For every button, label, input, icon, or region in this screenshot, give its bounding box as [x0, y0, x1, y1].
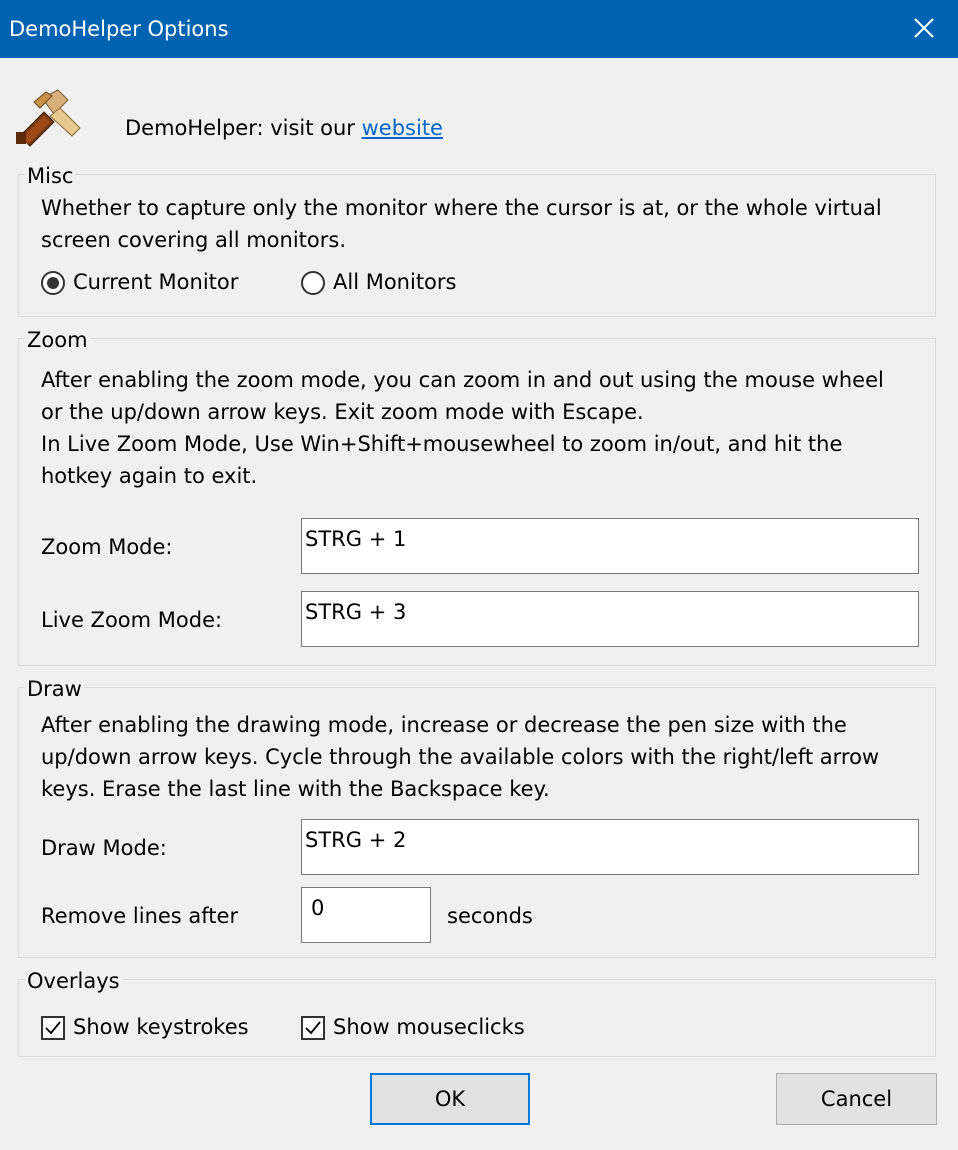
remove-lines-seconds-input[interactable]: 0: [301, 887, 431, 943]
zoom-description-line2: or the up/down arrow keys. Exit zoom mod…: [41, 400, 644, 424]
title-bar: DemoHelper Options: [0, 0, 958, 58]
draw-mode-label: Draw Mode:: [41, 836, 167, 860]
cancel-button[interactable]: Cancel: [776, 1073, 937, 1125]
overlays-legend: Overlays: [25, 969, 122, 993]
show-mouseclicks-label[interactable]: Show mouseclicks: [333, 1015, 525, 1039]
ok-button[interactable]: OK: [370, 1073, 530, 1125]
all-monitors-label[interactable]: All Monitors: [333, 270, 456, 294]
live-zoom-mode-label: Live Zoom Mode:: [41, 608, 223, 632]
draw-description-line3: keys. Erase the last line with the Backs…: [41, 777, 550, 801]
zoom-description-line1: After enabling the zoom mode, you can zo…: [41, 368, 884, 392]
current-monitor-label[interactable]: Current Monitor: [73, 270, 238, 294]
zoom-mode-label: Zoom Mode:: [41, 535, 173, 559]
draw-description-line2: up/down arrow keys. Cycle through the av…: [41, 745, 880, 769]
checkmark-icon: [305, 1021, 321, 1035]
live-zoom-hotkey-input[interactable]: STRG + 3: [301, 591, 919, 647]
remove-lines-label: Remove lines after: [41, 904, 239, 928]
seconds-label: seconds: [447, 904, 533, 928]
all-monitors-radio[interactable]: [301, 271, 325, 295]
show-mouseclicks-checkbox[interactable]: [301, 1016, 325, 1040]
misc-description-line1: Whether to capture only the monitor wher…: [41, 196, 882, 220]
draw-legend: Draw: [25, 677, 84, 701]
zoom-description-line3: In Live Zoom Mode, Use Win+Shift+mousewh…: [41, 432, 843, 456]
close-button[interactable]: [896, 0, 958, 58]
header-text: DemoHelper: visit our website: [125, 116, 443, 140]
zoom-mode-hotkey-input[interactable]: STRG + 1: [301, 518, 919, 574]
checkmark-icon: [45, 1021, 61, 1035]
draw-mode-hotkey-input[interactable]: STRG + 2: [301, 819, 919, 875]
close-icon: [914, 18, 934, 38]
window-title: DemoHelper Options: [9, 17, 229, 41]
website-link[interactable]: website: [362, 116, 443, 140]
misc-legend: Misc: [25, 164, 76, 188]
radio-selected-dot: [47, 277, 59, 289]
current-monitor-radio[interactable]: [41, 271, 65, 295]
zoom-description-line4: hotkey again to exit.: [41, 464, 258, 488]
show-keystrokes-checkbox[interactable]: [41, 1016, 65, 1040]
show-keystrokes-label[interactable]: Show keystrokes: [73, 1015, 249, 1039]
draw-description-line1: After enabling the drawing mode, increas…: [41, 713, 847, 737]
misc-description-line2: screen covering all monitors.: [41, 228, 347, 252]
app-hammer-icon: [16, 89, 81, 147]
header-label: DemoHelper: visit our: [125, 116, 362, 140]
zoom-legend: Zoom: [25, 328, 90, 352]
